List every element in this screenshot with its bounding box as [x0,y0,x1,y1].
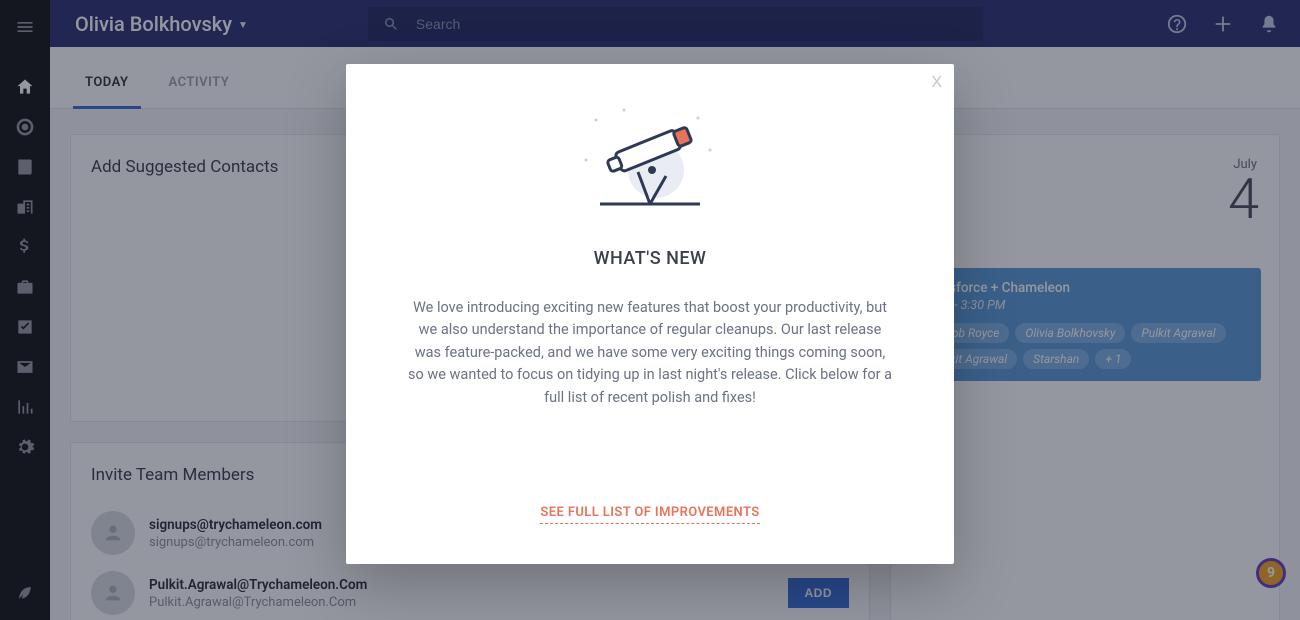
see-improvements-link[interactable]: SEE FULL LIST OF IMPROVEMENTS [540,505,759,524]
whats-new-modal: X WHAT'S NEW We love introd [346,64,954,564]
telescope-illustration [406,100,894,220]
modal-heading: WHAT'S NEW [406,248,894,269]
modal-body: We love introducing exciting new feature… [406,297,894,409]
close-icon[interactable]: X [931,74,942,92]
